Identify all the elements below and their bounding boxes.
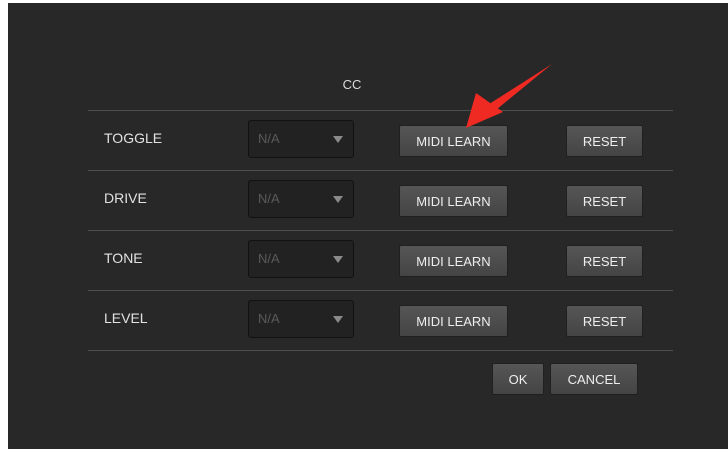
red-arrow-icon (466, 64, 552, 128)
